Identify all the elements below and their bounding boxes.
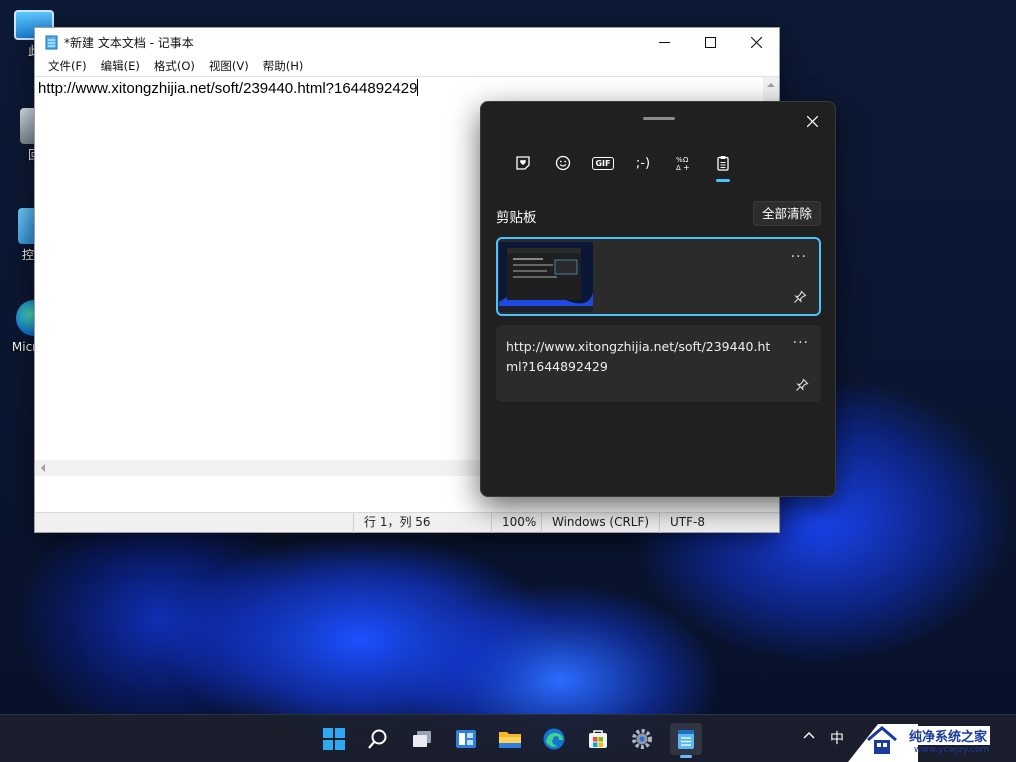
- menu-edit[interactable]: 编辑(E): [94, 58, 147, 74]
- tab-gif[interactable]: GIF: [583, 150, 623, 176]
- menu-help[interactable]: 帮助(H): [256, 58, 311, 74]
- clipboard-history-panel: GIF ;-) % Ω Δ + 剪贴板 全部清除 ··· http://www.…: [480, 101, 836, 497]
- clear-all-button[interactable]: 全部清除: [753, 201, 821, 226]
- editor-content: http://www.xitongzhijia.net/soft/239440.…: [38, 79, 419, 97]
- tab-kaomoji[interactable]: ;-): [623, 150, 663, 176]
- taskbar-widgets-button[interactable]: [450, 723, 482, 755]
- heart-sticker-icon: [516, 156, 530, 170]
- scroll-left-icon: [41, 464, 45, 472]
- taskbar-edge-button[interactable]: [538, 723, 570, 755]
- window-title: *新建 文本文档 - 记事本: [64, 35, 194, 50]
- scroll-up-icon: [767, 83, 775, 87]
- store-icon: [589, 730, 607, 748]
- kaomoji-icon: ;-): [635, 155, 651, 171]
- status-cursor-position: 行 1，列 56: [353, 513, 491, 533]
- tab-stickers[interactable]: [503, 150, 543, 176]
- emoji-icon: [555, 155, 571, 171]
- status-zoom: 100%: [491, 513, 541, 533]
- svg-text:Δ: Δ: [676, 164, 681, 171]
- minimize-icon: [658, 41, 670, 43]
- site-watermark: 纯净系统之家 www.ycwjzy.com: [848, 710, 1016, 762]
- tab-clipboard[interactable]: [703, 150, 743, 182]
- chevron-up-icon: [803, 732, 815, 739]
- maximize-button[interactable]: [687, 28, 733, 56]
- menu-format[interactable]: 格式(O): [147, 58, 202, 74]
- pin-icon[interactable]: [795, 378, 809, 392]
- menu-file[interactable]: 文件(F): [41, 58, 94, 74]
- edge-icon: [543, 728, 565, 750]
- close-icon: [750, 36, 762, 48]
- notepad-icon: [678, 730, 694, 749]
- task-view-icon: [413, 731, 431, 747]
- close-icon: [806, 115, 818, 127]
- taskbar-settings-button[interactable]: [626, 723, 658, 755]
- taskbar-task-view-button[interactable]: [406, 723, 438, 755]
- status-line-ending: Windows (CRLF): [541, 513, 659, 533]
- widgets-icon: [456, 730, 476, 748]
- clipboard-heading: 剪贴板: [496, 210, 537, 226]
- clipboard-item-text-content: http://www.xitongzhijia.net/soft/239440.…: [506, 339, 771, 374]
- notepad-titlebar[interactable]: *新建 文本文档 - 记事本: [35, 28, 779, 56]
- clipboard-item-image[interactable]: ···: [496, 237, 821, 316]
- settings-icon: [632, 729, 652, 749]
- start-icon: [323, 728, 345, 750]
- file-explorer-icon: [499, 732, 521, 748]
- symbols-icon: % Ω Δ +: [676, 156, 690, 171]
- taskbar-file-explorer-button[interactable]: [494, 723, 526, 755]
- drag-handle[interactable]: [643, 117, 675, 120]
- menu-view[interactable]: 视图(V): [202, 58, 256, 74]
- watermark-url: www.ycwjzy.com: [914, 745, 990, 755]
- status-encoding: UTF-8: [659, 513, 759, 533]
- tab-emoji[interactable]: [543, 150, 583, 176]
- minimize-button[interactable]: [641, 28, 687, 56]
- svg-text:+: +: [683, 163, 690, 171]
- taskbar-store-button[interactable]: [582, 723, 614, 755]
- clipboard-icon: [717, 156, 729, 171]
- gif-icon: GIF: [592, 156, 614, 170]
- text-caret: [417, 79, 419, 96]
- taskbar-notepad-button[interactable]: [670, 723, 702, 758]
- panel-tabs: GIF ;-) % Ω Δ +: [503, 150, 743, 182]
- maximize-icon: [704, 36, 716, 48]
- taskbar-search-button[interactable]: [362, 723, 394, 755]
- clipboard-image-thumbnail: [499, 242, 593, 312]
- tab-symbols[interactable]: % Ω Δ +: [663, 150, 703, 176]
- ime-indicator[interactable]: 中: [830, 728, 844, 748]
- watermark-title: 纯净系统之家: [906, 726, 991, 745]
- pin-icon[interactable]: [793, 290, 807, 304]
- more-options-button[interactable]: ···: [791, 249, 807, 265]
- taskbar-start-button[interactable]: [318, 723, 350, 755]
- more-options-button[interactable]: ···: [793, 335, 809, 351]
- clipboard-close-button[interactable]: [801, 110, 823, 132]
- menu-bar: 文件(F) 编辑(E) 格式(O) 视图(V) 帮助(H): [35, 56, 779, 76]
- close-button[interactable]: [733, 28, 779, 56]
- clipboard-item-text[interactable]: http://www.xitongzhijia.net/soft/239440.…: [496, 325, 821, 402]
- tray-overflow-button[interactable]: [802, 729, 816, 747]
- notepad-app-icon: [45, 35, 58, 49]
- search-icon: [368, 729, 387, 749]
- status-bar: 行 1，列 56 100% Windows (CRLF) UTF-8: [35, 512, 779, 533]
- svg-text:%: %: [676, 156, 683, 164]
